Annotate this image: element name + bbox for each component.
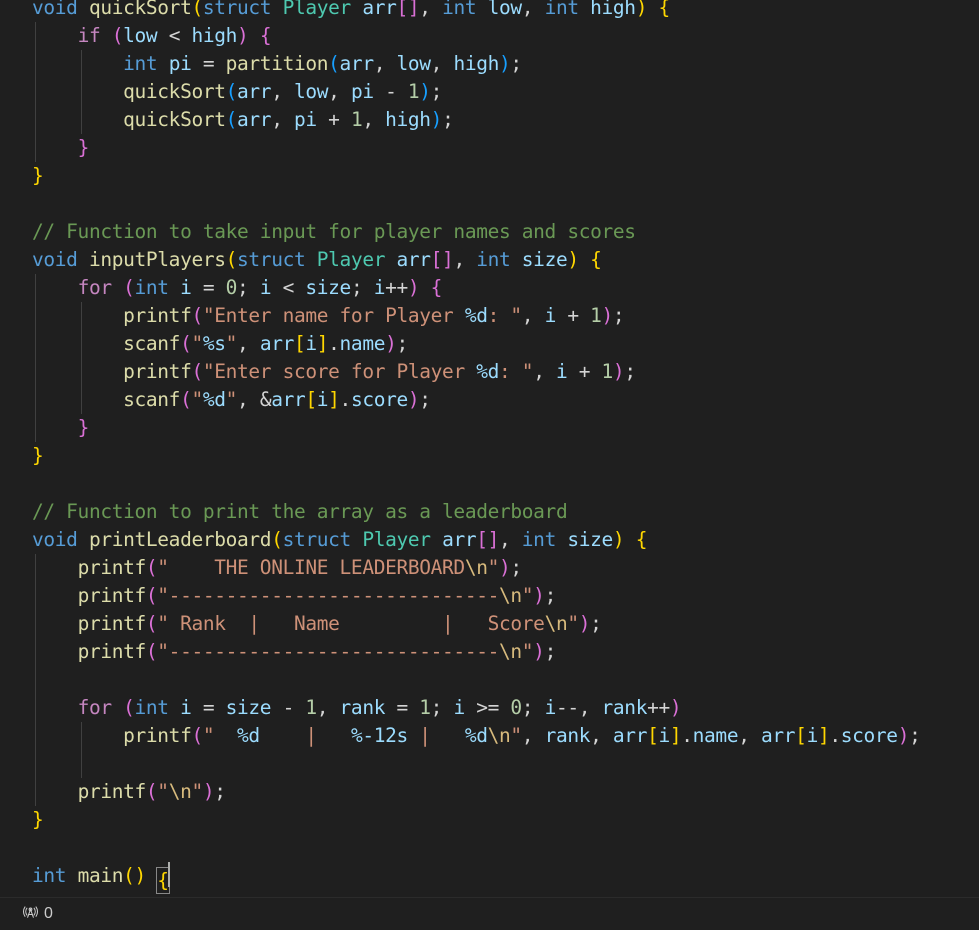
code-line[interactable]: void printLeaderboard(struct Player arr[… bbox=[0, 526, 979, 554]
code-line[interactable]: printf("\n"); bbox=[0, 778, 979, 806]
status-remote-indicator[interactable]: 0 bbox=[14, 898, 61, 930]
code-line[interactable] bbox=[0, 190, 979, 218]
code-line[interactable] bbox=[0, 470, 979, 498]
code-line[interactable] bbox=[0, 750, 979, 778]
radio-tower-icon bbox=[22, 905, 39, 923]
code-line[interactable]: } bbox=[0, 134, 979, 162]
code-line[interactable]: quickSort(arr, low, pi - 1); bbox=[0, 78, 979, 106]
code-line[interactable]: void quickSort(struct Player arr[], int … bbox=[0, 0, 979, 22]
code-line[interactable]: if (low < high) { bbox=[0, 22, 979, 50]
code-line[interactable]: for (int i = size - 1, rank = 1; i >= 0;… bbox=[0, 694, 979, 722]
code-line[interactable]: } bbox=[0, 414, 979, 442]
code-line[interactable]: printf(" %d | %-12s | %d\n", rank, arr[i… bbox=[0, 722, 979, 750]
code-line[interactable] bbox=[0, 666, 979, 694]
code-line[interactable]: scanf("%d", &arr[i].score); bbox=[0, 386, 979, 414]
code-line[interactable]: // Function to print the array as a lead… bbox=[0, 498, 979, 526]
code-line[interactable]: } bbox=[0, 806, 979, 834]
status-bar: 0 bbox=[0, 897, 979, 930]
code-editor-window: void quickSort(struct Player arr[], int … bbox=[0, 0, 979, 930]
editor-code-area[interactable]: void quickSort(struct Player arr[], int … bbox=[0, 0, 979, 898]
code-line[interactable]: for (int i = 0; i < size; i++) { bbox=[0, 274, 979, 302]
code-line[interactable]: printf(" Rank | Name | Score\n"); bbox=[0, 610, 979, 638]
code-line-active[interactable]: int main() { bbox=[0, 862, 979, 894]
code-line[interactable]: printf("Enter name for Player %d: ", i +… bbox=[0, 302, 979, 330]
code-line[interactable]: printf("-----------------------------\n"… bbox=[0, 582, 979, 610]
code-line[interactable]: printf(" THE ONLINE LEADERBOARD\n"); bbox=[0, 554, 979, 582]
code-line[interactable]: printf("Enter score for Player %d: ", i … bbox=[0, 358, 979, 386]
code-line[interactable]: quickSort(arr, pi + 1, high); bbox=[0, 106, 979, 134]
code-line[interactable]: int pi = partition(arr, low, high); bbox=[0, 50, 979, 78]
code-line[interactable]: } bbox=[0, 162, 979, 190]
code-line[interactable]: printf("-----------------------------\n"… bbox=[0, 638, 979, 666]
code-line[interactable]: // Function to take input for player nam… bbox=[0, 218, 979, 246]
code-line[interactable] bbox=[0, 834, 979, 862]
code-lines-container: void quickSort(struct Player arr[], int … bbox=[0, 0, 979, 894]
code-line[interactable]: } bbox=[0, 442, 979, 470]
status-remote-count: 0 bbox=[44, 905, 53, 922]
code-line[interactable]: scanf("%s", arr[i].name); bbox=[0, 330, 979, 358]
text-cursor bbox=[167, 862, 170, 887]
code-line[interactable]: void inputPlayers(struct Player arr[], i… bbox=[0, 246, 979, 274]
